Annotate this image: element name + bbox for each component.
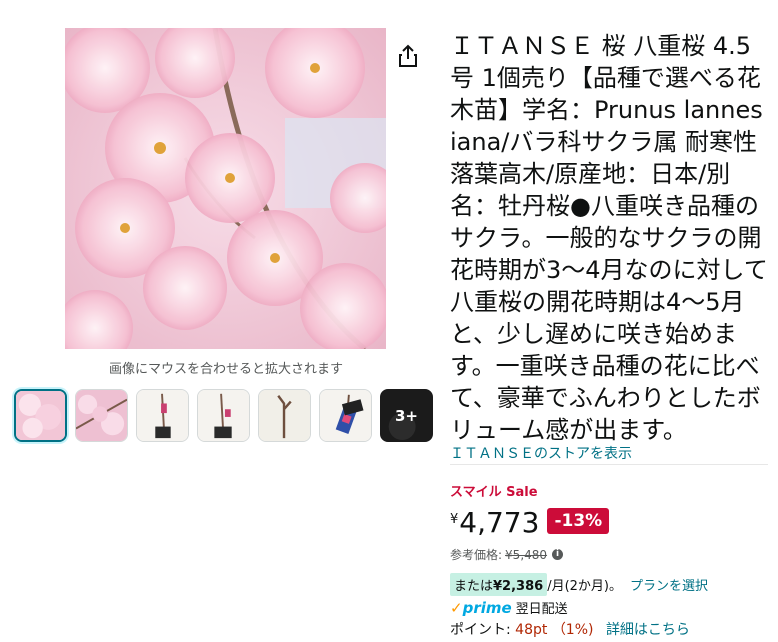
reference-price: ¥5,480 <box>505 547 548 562</box>
share-icon <box>399 44 417 67</box>
delivery-text: 翌日配送 <box>515 602 568 617</box>
cherry-blossom-image <box>65 28 386 349</box>
thumbnail-5[interactable] <box>258 389 311 442</box>
installment-row: または¥2,386 /月(2か月)。 プランを選択 <box>450 573 708 596</box>
prime-check-icon: ✓ <box>450 598 463 617</box>
installment-highlight: または¥2,386 <box>450 573 548 596</box>
installment-amount: ¥2,386 <box>493 579 544 594</box>
share-button[interactable] <box>398 44 418 68</box>
reference-label: 参考価格: <box>450 548 503 562</box>
price-row: ¥ 4,773 -13% <box>450 503 610 543</box>
info-icon[interactable]: i <box>552 549 564 560</box>
thumbnail-more[interactable]: 3+ <box>380 389 433 442</box>
thumbnail-more-label: 3+ <box>394 406 418 425</box>
price-value: 4,773 <box>459 506 540 539</box>
prime-logo: ✓prime <box>450 599 512 617</box>
thumbnail-1[interactable] <box>14 389 67 442</box>
reference-price-row: 参考価格: ¥5,480 i <box>450 546 564 563</box>
select-plan-link[interactable]: プランを選択 <box>630 575 708 594</box>
prime-delivery-row: ✓prime 翌日配送 <box>450 598 568 618</box>
thumbnail-strip: 3+ <box>14 389 433 442</box>
discount-badge: -13% <box>547 508 610 534</box>
points-value: 48pt （1%) <box>515 622 594 638</box>
main-product-image[interactable] <box>65 28 386 349</box>
installment-prefix: または <box>454 579 494 594</box>
thumbnail-2[interactable] <box>75 389 128 442</box>
thumbnail-3[interactable] <box>136 389 189 442</box>
points-label: ポイント: <box>450 622 511 638</box>
divider <box>450 464 768 465</box>
zoom-hint: 画像にマウスを合わせると拡大されます <box>108 362 343 377</box>
thumbnail-4[interactable] <box>197 389 250 442</box>
store-link[interactable]: ＩＴＡＮＳＥのストアを表示 <box>450 443 632 463</box>
prime-logo-text: prime <box>462 598 512 617</box>
installment-suffix: /月(2か月)。 <box>547 579 622 594</box>
points-row: ポイント: 48pt （1%) 詳細はこちら <box>450 619 690 639</box>
points-details-link[interactable]: 詳細はこちら <box>606 622 690 638</box>
thumbnail-6[interactable] <box>319 389 372 442</box>
product-title: ＩＴＡＮＳＥ 桜 八重桜 4.5号 1個売り【品種で選べる花木苗】学名：Prun… <box>450 32 768 444</box>
currency-symbol: ¥ <box>450 512 459 527</box>
sale-label: スマイル Sale <box>450 485 538 500</box>
